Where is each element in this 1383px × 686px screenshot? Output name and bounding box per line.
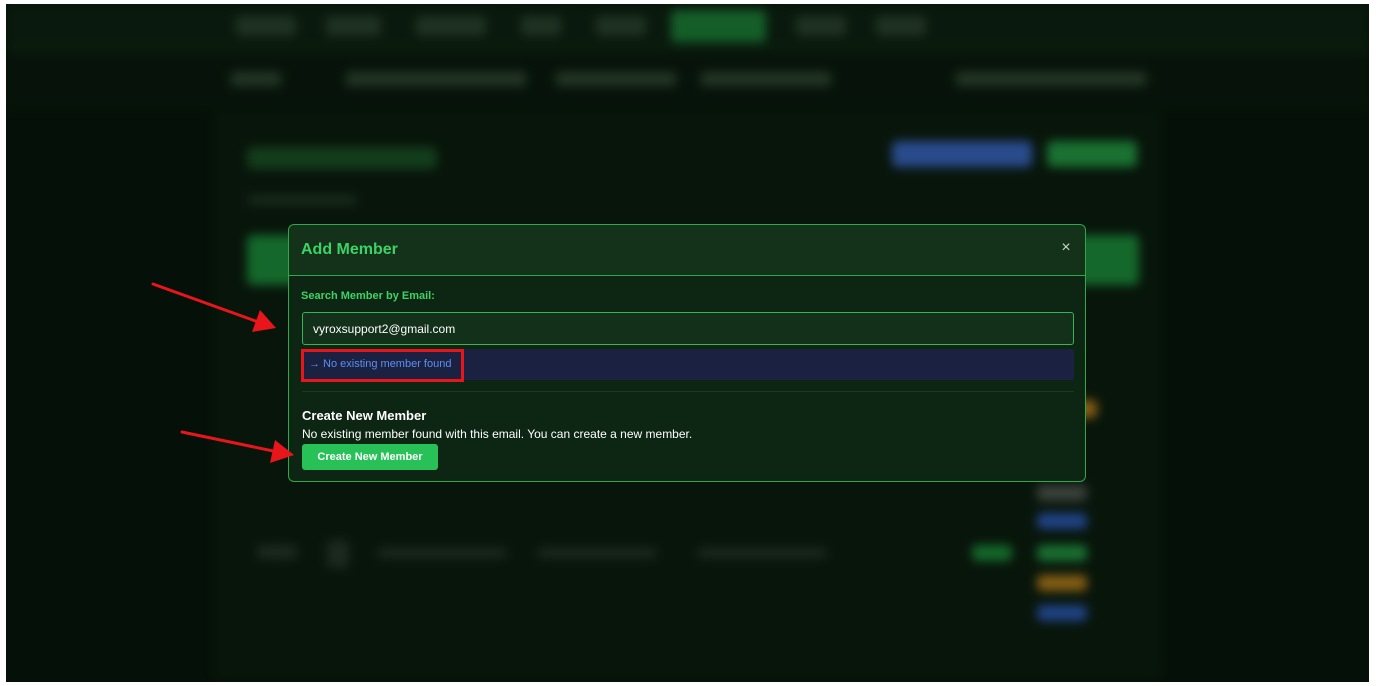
annotation-highlight-box — [301, 349, 464, 382]
search-email-label: Search Member by Email: — [301, 290, 435, 302]
create-section-description: No existing member found with this email… — [302, 427, 693, 441]
search-email-input[interactable] — [302, 312, 1074, 345]
modal-header: Add Member × — [289, 225, 1085, 276]
create-section-title: Create New Member — [302, 408, 427, 423]
modal-title: Add Member — [301, 241, 398, 258]
divider — [302, 391, 1074, 392]
add-member-modal: Add Member × Search Member by Email: → N… — [288, 224, 1086, 482]
app-window: Add Member × Search Member by Email: → N… — [6, 4, 1369, 682]
create-new-member-button[interactable]: Create New Member — [302, 444, 438, 470]
close-icon[interactable]: × — [1057, 239, 1075, 257]
